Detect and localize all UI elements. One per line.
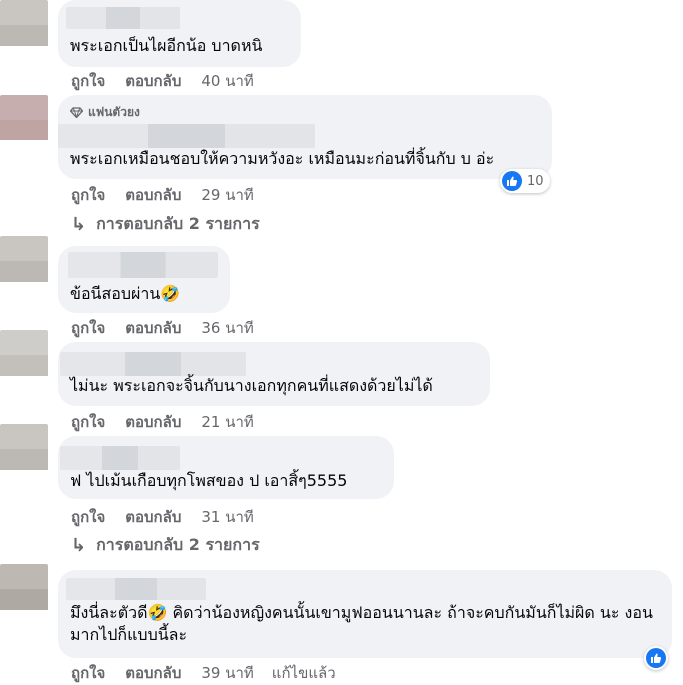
comment-bubble: ฟ ไปเม้นเกือบทุกโพสของ ป เอาสิ้ๆ5555: [58, 436, 394, 499]
replies-label: การตอบกลับ 2 รายการ: [96, 214, 260, 233]
reaction-count[interactable]: [644, 646, 668, 670]
avatar[interactable]: [0, 424, 48, 470]
timestamp[interactable]: 40 นาที: [201, 69, 253, 93]
view-replies-button[interactable]: ↳ การตอบกลับ 2 รายการ: [71, 533, 260, 558]
comment-text: พระเอกเหมือนชอบให้ความหวังอะ เหมือนมะก่อ…: [70, 149, 495, 168]
avatar[interactable]: [0, 95, 48, 140]
reply-button[interactable]: ตอบกลับ: [125, 661, 181, 685]
like-icon: [502, 171, 522, 191]
edited-label: แก้ไขแล้ว: [271, 664, 336, 682]
reaction-count[interactable]: 10: [500, 169, 550, 193]
fan-badge: แฟนตัวยง: [70, 103, 140, 122]
comment-bubble: ข้อนีสอบผ่าน🤣: [58, 246, 230, 313]
avatar[interactable]: [0, 564, 48, 610]
timestamp[interactable]: 29 นาที: [201, 183, 253, 207]
like-button[interactable]: ถูกใจ: [71, 661, 105, 685]
comment-text: พระเอกเป็นไผอีกน้อ บาดหนิ: [70, 36, 263, 55]
reply-button[interactable]: ตอบกลับ: [125, 316, 181, 340]
like-icon: [646, 648, 666, 668]
comment-actions: ถูกใจ ตอบกลับ 39 นาที แก้ไขแล้ว: [71, 661, 336, 685]
fan-badge-label: แฟนตัวยง: [88, 105, 140, 119]
comment-actions: ถูกใจ ตอบกลับ 40 นาที: [71, 69, 272, 93]
reaction-count-label: 10: [527, 173, 544, 189]
like-button[interactable]: ถูกใจ: [71, 410, 105, 434]
commenter-name[interactable]: [66, 7, 180, 29]
reply-button[interactable]: ตอบกลับ: [125, 505, 181, 529]
like-button[interactable]: ถูกใจ: [71, 505, 105, 529]
commenter-name[interactable]: [58, 124, 315, 148]
comment-actions: ถูกใจ ตอบกลับ 21 นาที: [71, 410, 272, 434]
replies-label: การตอบกลับ 2 รายการ: [96, 535, 260, 554]
diamond-icon: [70, 107, 83, 118]
view-replies-button[interactable]: ↳ การตอบกลับ 2 รายการ: [71, 212, 260, 237]
comment-bubble: ไม่นะ พระเอกจะจิ้นกับนางเอกทุกคนที่แสดงด…: [58, 342, 490, 406]
avatar[interactable]: [0, 236, 48, 282]
comment-actions: ถูกใจ ตอบกลับ 36 นาที: [71, 316, 272, 340]
like-button[interactable]: ถูกใจ: [71, 183, 105, 207]
commenter-name[interactable]: [68, 252, 218, 278]
comment-text: ข้อนีสอบผ่าน🤣: [70, 284, 181, 303]
comment-text: ไม่นะ พระเอกจะจิ้นกับนางเอกทุกคนที่แสดงด…: [70, 376, 433, 395]
commenter-name[interactable]: [60, 352, 246, 376]
reply-button[interactable]: ตอบกลับ: [125, 183, 181, 207]
reply-button[interactable]: ตอบกลับ: [125, 69, 181, 93]
comment-bubble: มึงนี่ละตัวดี🤣 คิดว่าน้องหญิงคนนั้นเขามู…: [58, 570, 672, 658]
commenter-name[interactable]: [60, 446, 180, 470]
comment-bubble: แฟนตัวยง พระเอกเหมือนชอบให้ความหวังอะ เห…: [58, 95, 552, 179]
timestamp[interactable]: 36 นาที: [201, 316, 253, 340]
avatar[interactable]: [0, 330, 48, 376]
timestamp[interactable]: 31 นาที: [201, 505, 253, 529]
comment-text: มึงนี่ละตัวดี🤣 คิดว่าน้องหญิงคนนั้นเขามู…: [70, 603, 653, 644]
reply-button[interactable]: ตอบกลับ: [125, 410, 181, 434]
comment-actions: ถูกใจ ตอบกลับ 29 นาที: [71, 183, 272, 207]
like-button[interactable]: ถูกใจ: [71, 69, 105, 93]
comment-actions: ถูกใจ ตอบกลับ 31 นาที: [71, 505, 272, 529]
timestamp[interactable]: 39 นาที: [201, 661, 253, 685]
comment-bubble: พระเอกเป็นไผอีกน้อ บาดหนิ: [58, 0, 301, 67]
like-button[interactable]: ถูกใจ: [71, 316, 105, 340]
reply-arrow-icon: ↳: [71, 214, 87, 235]
commenter-name[interactable]: [66, 578, 206, 600]
timestamp[interactable]: 21 นาที: [201, 410, 253, 434]
comment-text: ฟ ไปเม้นเกือบทุกโพสของ ป เอาสิ้ๆ5555: [70, 471, 348, 490]
avatar[interactable]: [0, 0, 48, 46]
reply-arrow-icon: ↳: [71, 535, 87, 556]
